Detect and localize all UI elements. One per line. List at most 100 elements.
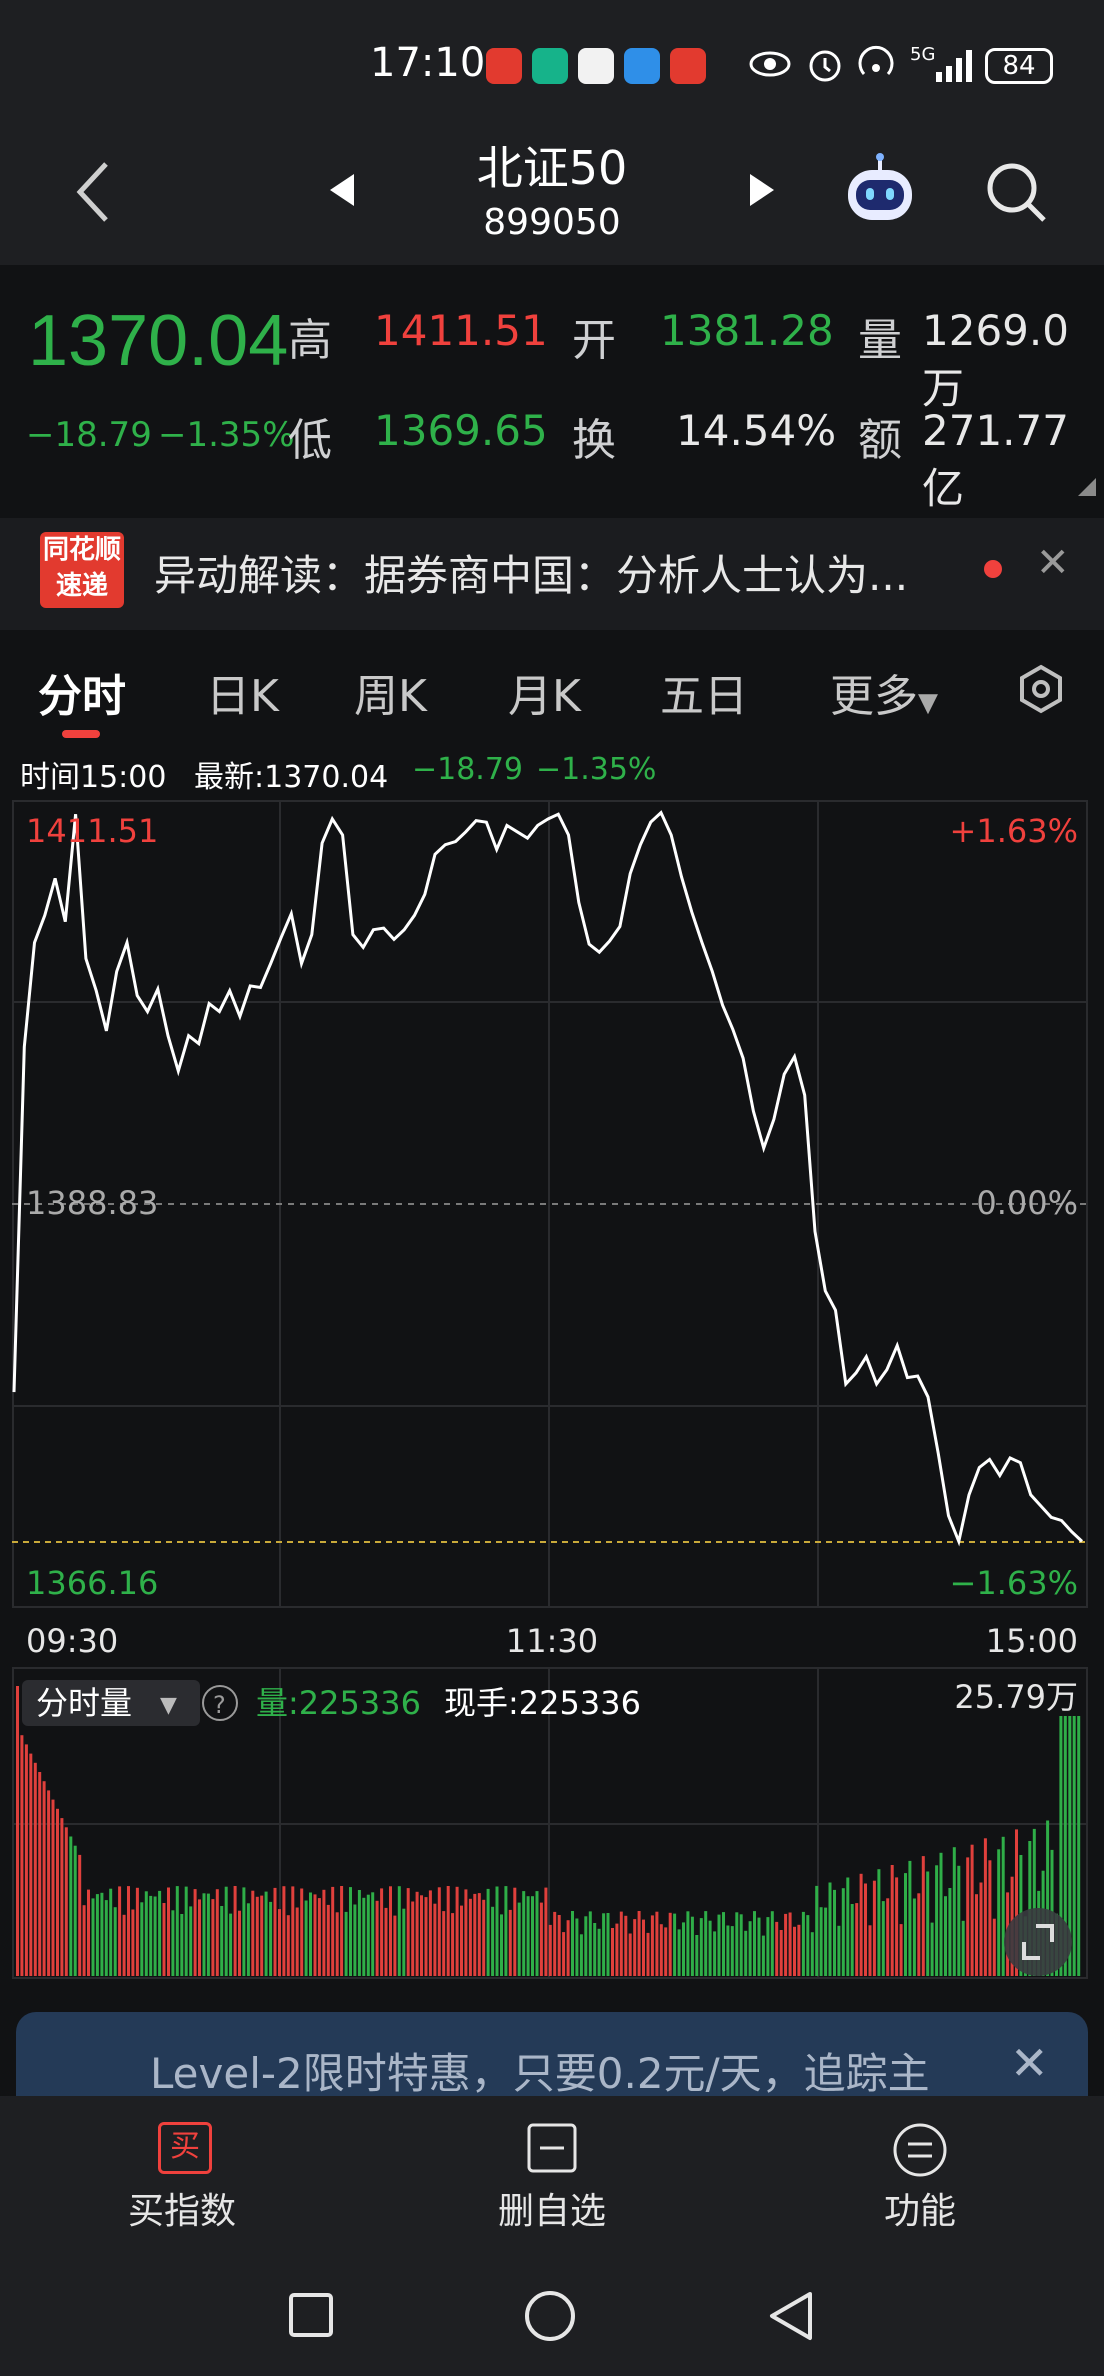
expand-corner-icon[interactable] — [1078, 478, 1096, 496]
news-headline[interactable]: 异动解读：据券商中国：分析人士认为... — [154, 542, 908, 603]
tab-weekly-k[interactable]: 周K — [354, 660, 427, 724]
volume-bar — [628, 1933, 632, 1976]
volume-bar — [553, 1911, 557, 1976]
price-change-pct: −1.35% — [158, 415, 295, 455]
stock-title: 北证50 — [476, 141, 628, 195]
volume-bar — [486, 1888, 490, 1976]
promo-close-button[interactable]: ✕ — [1010, 2036, 1049, 2090]
tab-monthly-k[interactable]: 月K — [508, 660, 581, 724]
volume-bar — [51, 1799, 55, 1976]
volume-bar — [988, 1860, 992, 1976]
open-value: 1381.28 — [660, 306, 834, 355]
tab-intraday[interactable]: 分时 — [38, 660, 126, 724]
price-change: −18.79 — [26, 415, 152, 455]
volume-bar — [602, 1913, 606, 1976]
volume-bar — [153, 1896, 157, 1976]
volume-bar — [784, 1913, 788, 1976]
volume-bar — [770, 1911, 774, 1976]
volume-bar — [801, 1911, 805, 1976]
volume-bar — [766, 1917, 770, 1976]
volume-bar — [948, 1888, 952, 1976]
volume-bar — [309, 1892, 312, 1976]
functions-button[interactable]: 功能 — [810, 2182, 1030, 2234]
volume-bar — [104, 1900, 108, 1976]
buy-index-button[interactable]: 买指数 — [72, 2182, 292, 2234]
back-nav-icon[interactable] — [768, 2290, 814, 2342]
volume-bar — [322, 1889, 326, 1976]
volume-bar — [611, 1928, 614, 1976]
volume-bar — [753, 1911, 756, 1976]
settings-icon[interactable] — [1016, 664, 1066, 714]
volume-bar — [717, 1914, 721, 1976]
promo-text[interactable]: Level-2限时特惠，只要0.2元/天，追踪主 — [150, 2040, 930, 2101]
volume-bar — [242, 1887, 246, 1976]
high-label: 高 — [288, 315, 332, 366]
volume-bar — [260, 1895, 264, 1976]
chat-app-icon — [624, 48, 660, 84]
volume-bar — [428, 1890, 432, 1976]
volume-bar — [206, 1893, 210, 1976]
low-label: 低 — [288, 415, 332, 466]
volume-bar — [575, 1918, 579, 1976]
volume-bar — [344, 1911, 348, 1976]
volume-bar — [100, 1892, 104, 1976]
volume-bar — [917, 1893, 921, 1976]
volume-bar — [371, 1892, 375, 1976]
network-type: 5G — [910, 44, 936, 65]
volume-bar — [593, 1923, 597, 1976]
volume-bar — [24, 1744, 28, 1976]
volume-bar — [646, 1932, 650, 1976]
volume-bar — [69, 1836, 73, 1976]
news-close-button[interactable]: ✕ — [1036, 540, 1070, 586]
volume-bar — [424, 1897, 428, 1976]
recent-apps-icon[interactable] — [288, 2292, 334, 2338]
volume-bar — [979, 1882, 983, 1976]
next-stock-icon[interactable] — [748, 172, 776, 208]
volume-bar — [198, 1899, 201, 1976]
volume-bar — [690, 1916, 694, 1976]
volume-bar — [1001, 1836, 1005, 1976]
volume-bar — [317, 1898, 321, 1976]
volume-max-label: 25.79万 — [954, 1678, 1078, 1716]
volume-bar — [175, 1886, 179, 1976]
tab-five-day[interactable]: 五日 — [660, 660, 748, 724]
volume-bar — [380, 1888, 384, 1976]
volume-bar — [340, 1886, 344, 1976]
remove-watchlist-button[interactable]: 删自选 — [442, 2182, 662, 2234]
info-change: −18.79 — [412, 752, 524, 787]
volume-bar — [952, 1847, 956, 1976]
robot-assistant-icon[interactable] — [840, 152, 920, 228]
search-icon[interactable] — [984, 160, 1048, 224]
buy-icon[interactable]: 买 — [158, 2122, 212, 2174]
volume-bar — [464, 1889, 468, 1976]
alarm-icon — [809, 50, 841, 82]
volume-bar — [38, 1772, 42, 1976]
y-high-label: 1411.51 — [26, 812, 158, 850]
volume-bar — [597, 1928, 601, 1976]
volume-bar — [868, 1925, 872, 1976]
tab-more[interactable]: 更多▼ — [830, 660, 938, 724]
volume-bar — [846, 1877, 850, 1976]
fullscreen-button[interactable] — [1004, 1908, 1072, 1976]
volume-bar — [491, 1906, 495, 1976]
volume-bar — [326, 1904, 330, 1976]
help-icon-glyph: ? — [213, 1691, 226, 1719]
volume-bar — [300, 1888, 304, 1976]
volume-bar — [122, 1914, 126, 1976]
tab-daily-k[interactable]: 日K — [206, 660, 279, 724]
volume-bar — [579, 1934, 583, 1976]
remove-watchlist-icon[interactable] — [526, 2122, 578, 2174]
volume-bar — [877, 1869, 881, 1976]
volume-bar — [544, 1887, 548, 1976]
volume-bar — [411, 1901, 415, 1976]
home-icon[interactable] — [524, 2290, 576, 2342]
volume-label: 量 — [858, 315, 902, 366]
unread-dot — [984, 560, 1002, 578]
volume-bar — [864, 1883, 867, 1976]
info-latest: 最新:1370.04 — [194, 760, 389, 795]
volume-bar — [353, 1904, 357, 1976]
volume-bar — [695, 1935, 699, 1976]
volume-bar — [402, 1908, 406, 1976]
functions-icon[interactable] — [892, 2122, 948, 2178]
intraday-chart[interactable]: 1411.51 1388.83 1366.16 +1.63% 0.00% −1.… — [12, 800, 1088, 1980]
